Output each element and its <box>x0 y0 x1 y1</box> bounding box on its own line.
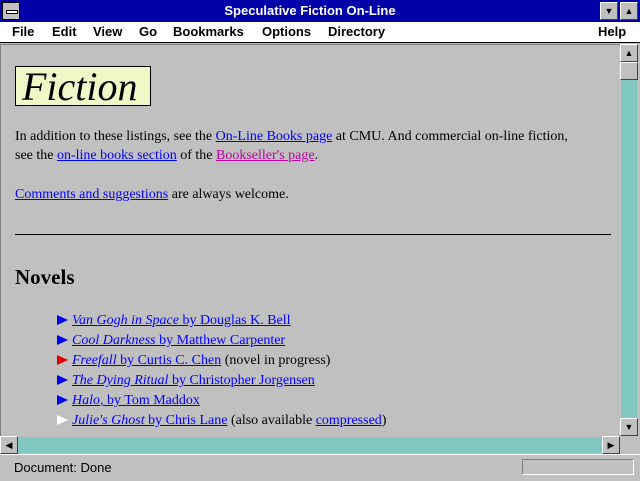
minimize-button[interactable]: ▼ <box>600 2 618 20</box>
novel-item: Halo, by Tom Maddox <box>57 393 200 409</box>
system-menu-icon[interactable] <box>2 2 20 20</box>
status-bar: Document: Done <box>0 454 640 481</box>
novel-item: Cool Darkness by Matthew Carpenter <box>57 333 285 349</box>
scroll-up-button[interactable]: ▲ <box>620 44 638 62</box>
fiction-heading-image: Fiction <box>15 64 151 109</box>
menu-view[interactable]: View <box>93 24 122 39</box>
novel-link[interactable]: Halo, by Tom Maddox <box>72 393 200 408</box>
bullet-arrow-icon <box>57 374 68 385</box>
intro-paragraph: In addition to these listings, see the O… <box>15 129 568 163</box>
menu-file[interactable]: File <box>12 24 34 39</box>
novel-link[interactable]: Van Gogh in Space by Douglas K. Bell <box>72 313 291 328</box>
vertical-scroll-thumb[interactable] <box>620 62 638 80</box>
novel-link[interactable]: Julie's Ghost by Chris Lane <box>72 413 227 428</box>
novel-link[interactable]: Cool Darkness by Matthew Carpenter <box>72 333 285 348</box>
booksellers-page-link[interactable]: Bookseller's page <box>216 148 315 163</box>
scroll-down-button[interactable]: ▼ <box>620 418 638 436</box>
novel-item: The Dying Ritual by Christopher Jorgense… <box>57 373 315 389</box>
menu-help[interactable]: Help <box>598 24 626 39</box>
novel-link[interactable]: Freefall by Curtis C. Chen <box>72 353 221 368</box>
menu-go[interactable]: Go <box>139 24 157 39</box>
menu-directory[interactable]: Directory <box>328 24 385 39</box>
compressed-link[interactable]: compressed <box>316 413 382 428</box>
fiction-heading-text: Fiction <box>22 64 138 109</box>
vertical-scroll-track[interactable] <box>621 62 637 418</box>
novel-item: Julie's Ghost by Chris Lane (also availa… <box>57 413 386 429</box>
online-books-section-link[interactable]: on-line books section <box>57 148 177 163</box>
menu-edit[interactable]: Edit <box>52 24 77 39</box>
section-title-novels: Novels <box>15 265 75 289</box>
comments-link[interactable]: Comments and suggestions <box>15 187 168 202</box>
vertical-scrollbar[interactable]: ▲ ▼ <box>620 44 638 436</box>
novel-link[interactable]: The Dying Ritual by Christopher Jorgense… <box>72 373 315 388</box>
document-view: Fiction In addition to these listings, s… <box>0 44 621 437</box>
novel-item: Freefall by Curtis C. Chen (novel in pro… <box>57 353 330 369</box>
maximize-button[interactable]: ▲ <box>620 2 638 20</box>
title-bar: Speculative Fiction On-Line ▼ ▲ <box>0 0 640 22</box>
progress-field <box>522 459 634 475</box>
bullet-arrow-icon <box>57 334 68 345</box>
bullet-arrow-icon <box>57 354 68 365</box>
bullet-arrow-icon <box>57 414 68 425</box>
menu-bar: File Edit View Go Bookmarks Options Dire… <box>0 22 640 43</box>
horizontal-scrollbar[interactable]: ◀ ▶ <box>0 436 620 454</box>
bullet-arrow-icon <box>57 394 68 405</box>
menu-options[interactable]: Options <box>262 24 311 39</box>
menu-bookmarks[interactable]: Bookmarks <box>173 24 244 39</box>
window-title: Speculative Fiction On-Line <box>224 3 396 18</box>
horizontal-rule <box>15 234 611 235</box>
novel-item: Van Gogh in Space by Douglas K. Bell <box>57 313 291 329</box>
online-books-link[interactable]: On-Line Books page <box>216 129 333 144</box>
scroll-left-button[interactable]: ◀ <box>0 436 18 454</box>
bullet-arrow-icon <box>57 314 68 325</box>
horizontal-scroll-track[interactable] <box>18 437 602 453</box>
status-text: Document: Done <box>14 460 112 475</box>
comments-paragraph: Comments and suggestions are always welc… <box>15 187 289 202</box>
scroll-right-button[interactable]: ▶ <box>602 436 620 454</box>
